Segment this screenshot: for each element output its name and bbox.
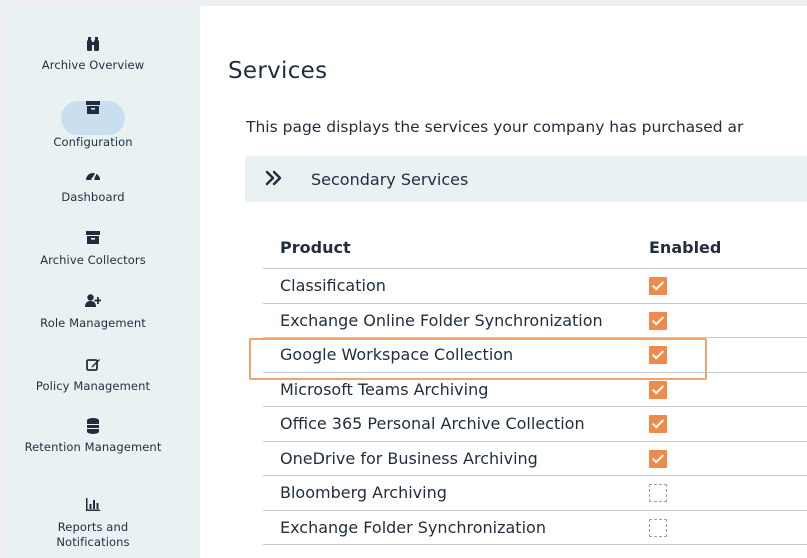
archive-box-icon	[74, 231, 112, 253]
table-row: OneDrive for Business Archiving	[263, 442, 807, 476]
sidebar-item-dashboard[interactable]: Dashboard	[6, 168, 180, 205]
product-name: Classification	[280, 276, 386, 295]
main-content: Services This page displays the services…	[200, 6, 807, 558]
edit-icon	[74, 357, 112, 379]
table-row: Bloomberg Archiving	[263, 476, 807, 511]
enabled-checkbox[interactable]	[649, 277, 667, 295]
checkbox-checked	[649, 311, 667, 330]
sidebar-item-label: Role Management	[40, 316, 146, 330]
sidebar-item-configuration[interactable]: Configuration	[6, 92, 180, 150]
enabled-checkbox[interactable]	[649, 380, 667, 399]
enabled-checkbox[interactable]	[649, 346, 667, 364]
double-chevron-right-icon	[265, 169, 289, 189]
sidebar-item-label: Retention Management	[24, 440, 162, 454]
archive-box-icon	[61, 101, 125, 135]
table-row: Classification	[263, 269, 807, 304]
checkbox-unchecked	[649, 518, 667, 537]
sidebar-item-archive-collectors[interactable]: Archive Collectors	[6, 231, 180, 268]
sidebar-item-retention-management[interactable]: Retention Management	[6, 418, 180, 455]
enabled-checkbox[interactable]	[649, 311, 667, 330]
product-name: Bloomberg Archiving	[280, 483, 447, 502]
binoculars-icon	[74, 36, 112, 58]
sidebar-item-label: Archive Overview	[41, 58, 145, 72]
product-name: Google Workspace Collection	[280, 345, 514, 364]
product-name: OneDrive for Business Archiving	[280, 448, 538, 468]
bar-chart-icon	[74, 498, 112, 520]
app-frame: Archive Overview Configuration Dashboard…	[6, 6, 807, 558]
user-plus-icon	[74, 294, 112, 316]
section-title: Secondary Services	[311, 170, 469, 189]
table-row: Exchange Online Folder Synchronization	[263, 304, 807, 338]
checkbox-checked	[649, 449, 667, 468]
table-row: Microsoft Teams Archiving	[263, 373, 807, 407]
table-row: Office 365 Personal Archive Collection	[263, 407, 807, 442]
checkbox-unchecked	[649, 484, 667, 502]
sidebar: Archive Overview Configuration Dashboard…	[6, 6, 200, 558]
checkbox-checked	[649, 277, 667, 295]
sidebar-item-label: Reports and Notifications	[56, 520, 130, 549]
sidebar-item-label: Archive Collectors	[40, 253, 146, 267]
product-name: Exchange Online Folder Synchronization	[280, 310, 603, 330]
product-name: Microsoft Teams Archiving	[280, 379, 489, 399]
checkbox-checked	[649, 415, 667, 433]
sidebar-item-reports-and-notifications[interactable]: Reports and Notifications	[6, 498, 180, 550]
database-icon	[74, 418, 112, 440]
table-row: Google Workspace Collection	[263, 338, 807, 373]
sidebar-item-label: Policy Management	[35, 379, 151, 393]
page-description: This page displays the services your com…	[246, 118, 744, 136]
sidebar-item-label: Configuration	[53, 135, 133, 149]
sidebar-item-label: Dashboard	[61, 190, 125, 204]
enabled-checkbox[interactable]	[649, 415, 667, 433]
page-title: Services	[228, 58, 328, 84]
table-header: Product Enabled	[263, 228, 807, 269]
enabled-checkbox[interactable]	[649, 484, 667, 502]
table-row: Exchange Folder Synchronization	[263, 511, 807, 545]
sidebar-item-role-management[interactable]: Role Management	[6, 294, 180, 331]
enabled-checkbox[interactable]	[649, 449, 667, 468]
sidebar-item-archive-overview[interactable]: Archive Overview	[6, 36, 180, 73]
product-name: Exchange Folder Synchronization	[280, 517, 546, 537]
enabled-checkbox[interactable]	[649, 518, 667, 537]
sidebar-item-policy-management[interactable]: Policy Management	[6, 357, 180, 394]
checkbox-checked	[649, 346, 667, 364]
table-body: Classification Exchange Online Folder Syn…	[263, 269, 807, 545]
column-header-enabled: Enabled	[649, 238, 722, 257]
column-header-product: Product	[280, 238, 351, 257]
dashboard-gauge-icon	[74, 168, 112, 190]
product-name: Office 365 Personal Archive Collection	[280, 414, 585, 433]
secondary-services-section-header[interactable]: Secondary Services	[245, 156, 807, 202]
checkbox-checked	[649, 380, 667, 399]
services-table: Product Enabled Classification Exchange O…	[263, 228, 807, 545]
